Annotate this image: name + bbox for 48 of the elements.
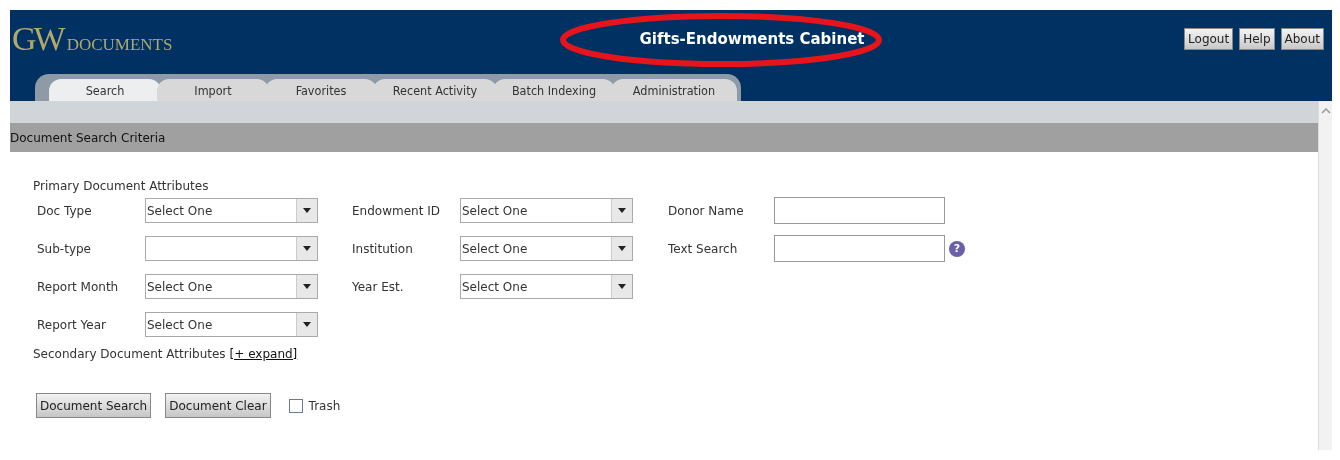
action-button[interactable]: Document Clear xyxy=(165,393,271,418)
dropdown[interactable]: Select One xyxy=(145,312,318,337)
tab[interactable]: Administration xyxy=(611,79,737,101)
tab[interactable]: Import xyxy=(157,79,269,101)
header-button[interactable]: Logout xyxy=(1184,28,1234,50)
header-button[interactable]: Help xyxy=(1239,28,1275,50)
dropdown-arrow-icon xyxy=(303,246,311,251)
checkbox[interactable] xyxy=(288,398,303,413)
section-heading: Secondary Document Attributes xyxy=(33,347,226,361)
field-label: Donor Name xyxy=(668,203,745,218)
section-title: Document Search Criteria xyxy=(10,130,166,145)
dropdown-arrow-icon xyxy=(303,284,311,289)
cabinet-title: Gifts-Endowments Cabinet xyxy=(638,30,866,48)
field-label: Report Month xyxy=(37,279,120,294)
tab[interactable]: Favorites xyxy=(265,79,377,101)
field-label: Institution xyxy=(352,241,414,256)
logo-text: DOCUMENTS xyxy=(66,35,173,55)
scrollbar[interactable] xyxy=(1318,101,1332,450)
scroll-up-icon[interactable] xyxy=(1320,107,1331,114)
dropdown[interactable]: Select One xyxy=(460,274,633,299)
field-label: Endowment ID xyxy=(352,203,441,218)
field-label: Report Year xyxy=(37,317,107,332)
dropdown[interactable]: Select One xyxy=(145,274,318,299)
dropdown-arrow-icon xyxy=(303,208,311,213)
tab[interactable]: Batch Indexing xyxy=(493,79,615,101)
field-label: Text Search xyxy=(668,241,739,256)
action-button[interactable]: Document Search xyxy=(36,393,152,418)
field-label: Year Est. xyxy=(352,279,405,294)
dropdown[interactable]: Select One xyxy=(460,198,633,223)
dropdown-arrow-icon xyxy=(618,208,626,213)
expand-link[interactable]: [+ expand] xyxy=(229,347,298,361)
text-field[interactable] xyxy=(774,235,945,262)
header-button[interactable]: About xyxy=(1280,28,1324,50)
tab[interactable]: Search xyxy=(49,79,161,101)
text-field[interactable] xyxy=(774,197,945,224)
help-icon[interactable]: ? xyxy=(949,240,965,257)
logo-initials: GW xyxy=(12,20,63,58)
section-heading: Primary Document Attributes xyxy=(33,179,210,193)
dropdown[interactable]: Select One xyxy=(460,236,633,261)
tab[interactable]: Recent Activity xyxy=(373,79,497,101)
checkbox-label: Trash xyxy=(308,398,341,413)
dropdown-arrow-icon xyxy=(303,322,311,327)
dropdown[interactable] xyxy=(145,236,318,261)
dropdown-arrow-icon xyxy=(618,284,626,289)
dropdown-arrow-icon xyxy=(618,246,626,251)
dropdown[interactable]: Select One xyxy=(145,198,318,223)
field-label: Doc Type xyxy=(37,203,93,218)
field-label: Sub-type xyxy=(37,241,92,256)
